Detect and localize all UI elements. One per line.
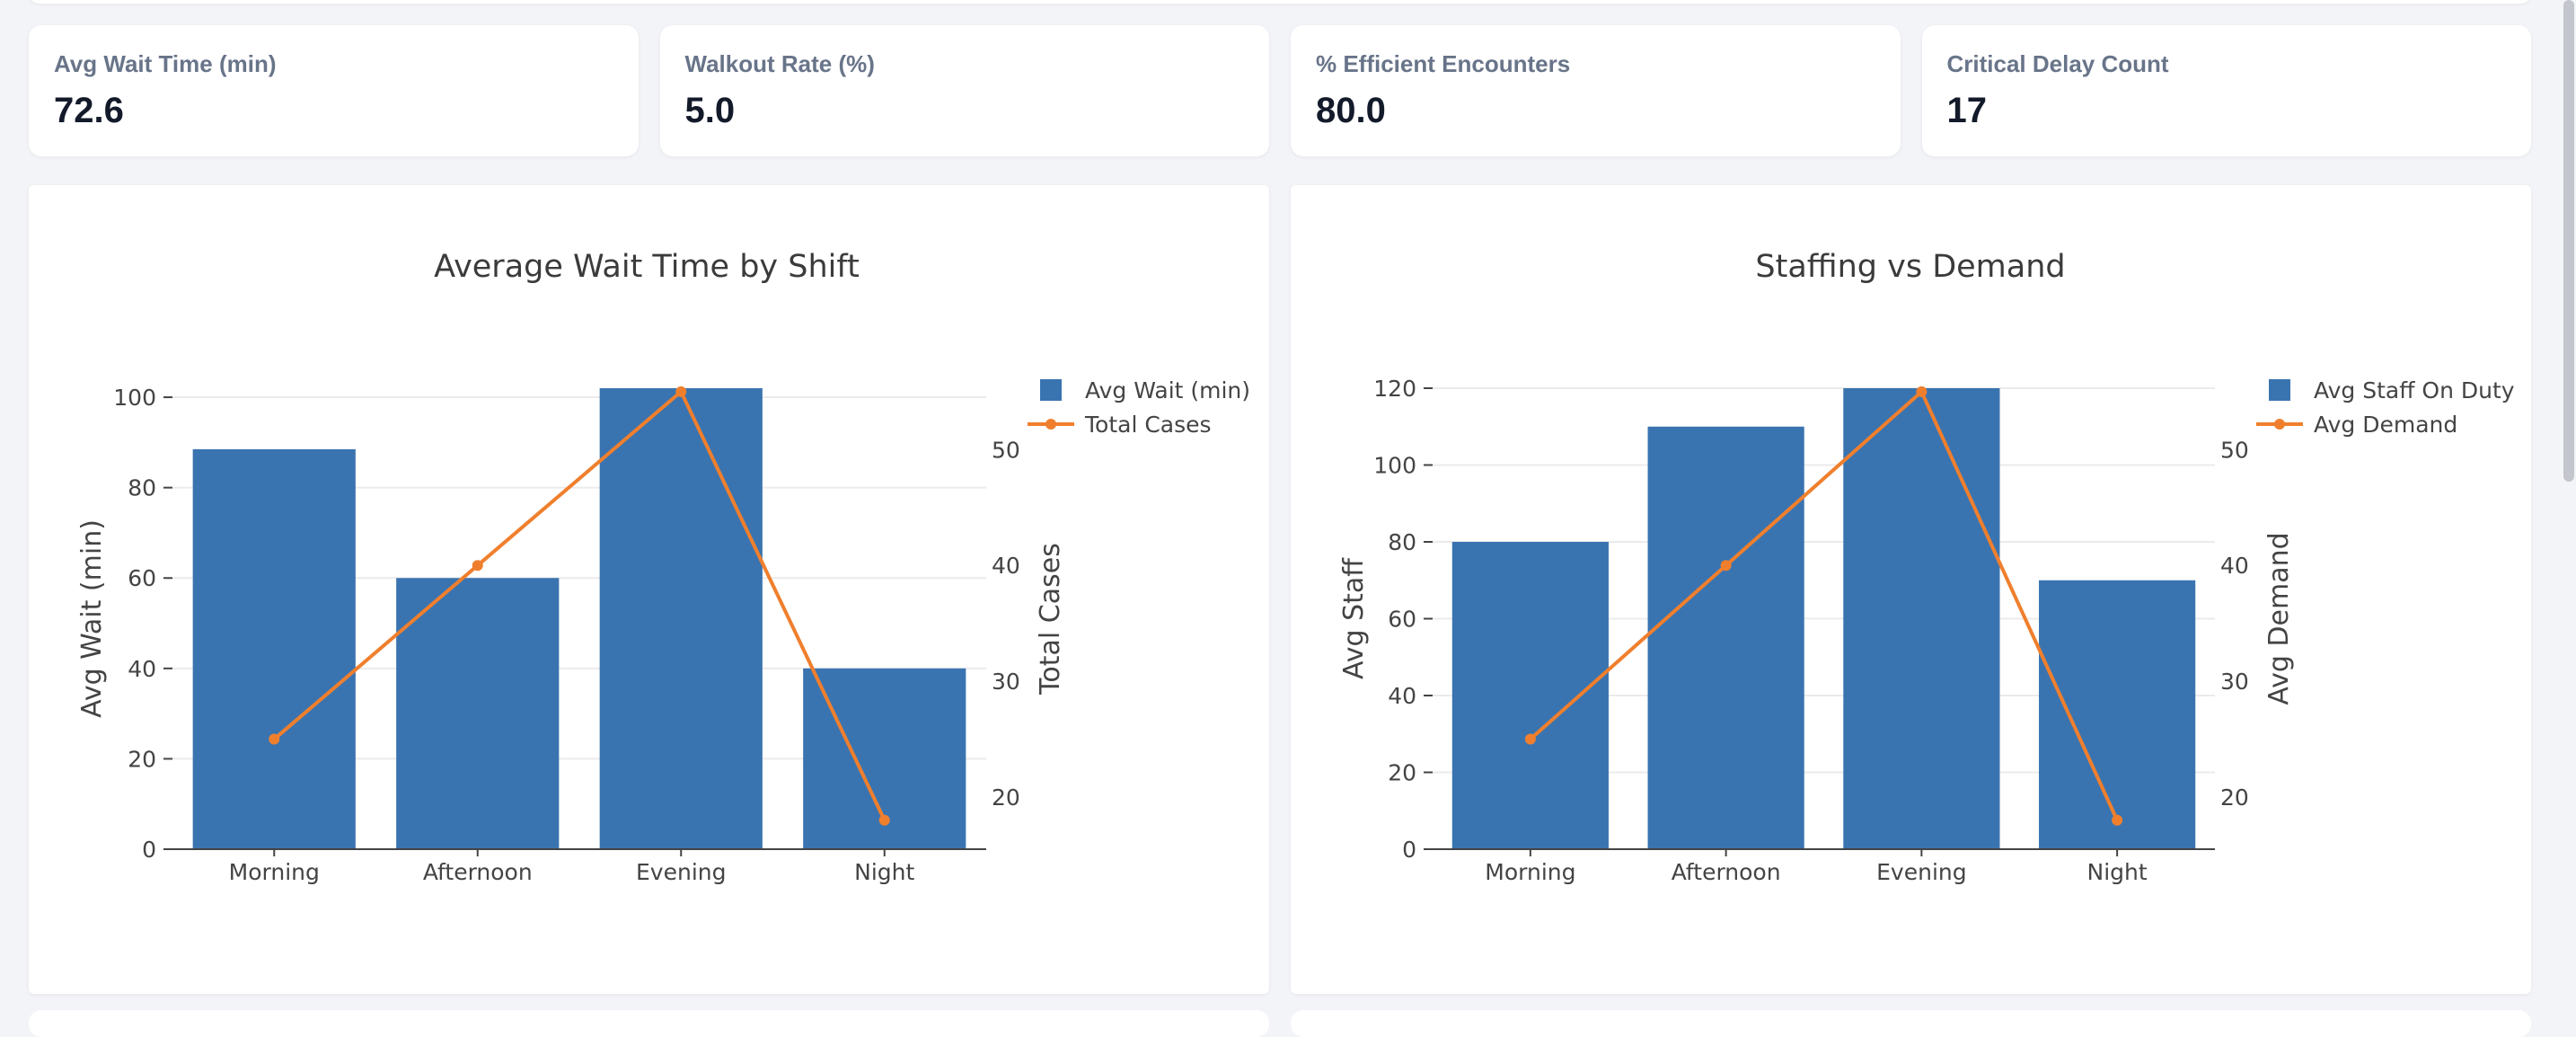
x-tick-label: Morning [1485,859,1575,885]
legend-swatch-point [1045,419,1056,430]
line-point [675,386,687,397]
kpi-label: Walkout Rate (%) [684,50,875,77]
y2-tick-label: 50 [992,437,1020,463]
line-series [272,388,887,821]
y-tick-label: 80 [128,475,156,501]
kpi-label: Critical Delay Count [1946,50,2169,77]
legend-swatch-bar [1040,379,1062,401]
y-tick-label: 20 [128,746,156,772]
next-card-edge [29,1010,1269,1037]
wait-time-chart: Average Wait Time by Shift 0 20 40 60 80 100 20… [76,249,1250,885]
bar [1647,426,1804,849]
line-point [1720,560,1732,572]
bar [396,578,560,849]
kpi-value: 80.0 [1316,91,1386,130]
y-tick-label: 100 [113,385,156,411]
chart-title: Average Wait Time by Shift [434,249,860,285]
line-series [1529,388,2119,821]
bar [192,448,356,849]
y-tick-label: 40 [128,656,156,682]
kpi-card-walkout-rate: Walkout Rate (%) 5.0 [659,25,1269,156]
legend-label: Avg Demand [2314,412,2457,438]
kpi-label: % Efficient Encounters [1316,50,1571,77]
kpi-value: 5.0 [684,91,736,130]
y-axis-title: Avg Wait (min) [76,519,108,718]
bar [1451,542,1609,849]
chart-title: Staffing vs Demand [1755,249,2065,285]
x-tick-label: Night [2087,859,2148,885]
y-tick-label: 120 [1373,376,1416,402]
line-point [1916,386,1928,397]
y2-tick-label: 40 [2220,553,2249,579]
y2-tick-label: 50 [2220,437,2249,463]
kpi-value: 17 [1946,91,1988,130]
x-tick-label: Evening [636,859,726,885]
y-tick-label: 0 [1402,837,1416,863]
chart-card-staffing: Staffing vs Demand 0 20 40 60 80 100 120 20 30 40 5… [1291,185,2531,994]
y2-tick-label: 40 [992,553,1020,579]
x-tick-label: Afternoon [1672,859,1781,885]
y-tick-label: 100 [1373,453,1416,479]
y2-axis-title: Total Cases [1035,543,1066,696]
next-card-edge [1291,1010,2531,1037]
y2-tick-label: 30 [992,669,1020,695]
bar [2039,580,2196,849]
x-tick-label: Evening [1876,859,1966,885]
y2-tick-label: 30 [2220,669,2249,695]
line-point [269,733,280,745]
page-scrollbar[interactable] [2560,0,2576,1019]
legend-swatch-point [2274,419,2285,430]
y2-axis-title: Avg Demand [2263,532,2295,705]
kpi-label: Avg Wait Time (min) [54,50,277,77]
x-tick-label: Afternoon [423,859,533,885]
staffing-chart: Staffing vs Demand 0 20 40 60 80 100 120 20 30 40 5… [1338,249,2515,885]
x-tick-label: Morning [229,859,320,885]
line-point [1524,733,1536,745]
y2-tick-label: 20 [992,784,1020,811]
kpi-card-critical-delay: Critical Delay Count 17 [1921,25,2531,156]
legend-label: Avg Staff On Duty [2314,377,2515,403]
y-tick-label: 0 [142,837,156,863]
y-tick-label: 80 [1388,529,1416,555]
legend-label: Avg Wait (min) [1085,377,1250,403]
bar [1843,388,2000,849]
chart-card-wait-time: Average Wait Time by Shift 0 20 40 60 80 100 20… [29,185,1269,994]
line-point [878,814,890,826]
kpi-row: Avg Wait Time (min) 72.6 Walkout Rate (%… [29,25,2531,156]
scrollbar-thumb[interactable] [2563,0,2574,482]
y-tick-label: 20 [1388,760,1416,786]
previous-card-edge [29,0,2531,4]
legend-label: Total Cases [1084,412,1212,438]
y-axis-title: Avg Staff [1338,557,1370,679]
kpi-value: 72.6 [54,91,124,130]
bar [599,388,763,849]
kpi-card-efficient-encounters: % Efficient Encounters 80.0 [1291,25,1901,156]
y-tick-label: 60 [1388,607,1416,633]
x-tick-label: Night [854,859,914,885]
line-point [2112,814,2123,826]
y2-tick-label: 20 [2220,784,2249,811]
y-tick-label: 60 [128,565,156,591]
legend-swatch-bar [2269,379,2290,401]
line-point [472,560,483,572]
y-tick-label: 40 [1388,683,1416,709]
kpi-card-avg-wait: Avg Wait Time (min) 72.6 [29,25,639,156]
